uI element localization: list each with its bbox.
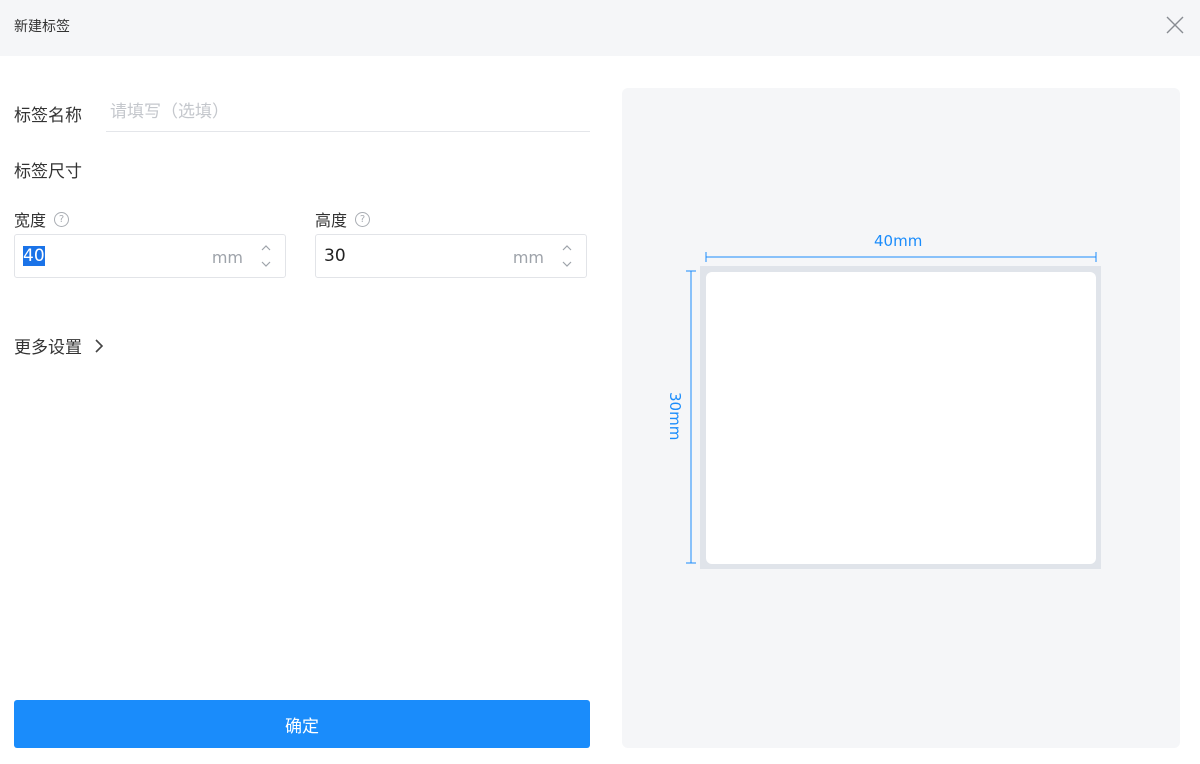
height-dimension-line: [686, 270, 696, 564]
width-dimension-text: 40mm: [874, 232, 923, 250]
width-dimension-line: [705, 252, 1097, 262]
height-dimension-text: 30mm: [666, 392, 684, 441]
label-canvas: [706, 272, 1096, 564]
